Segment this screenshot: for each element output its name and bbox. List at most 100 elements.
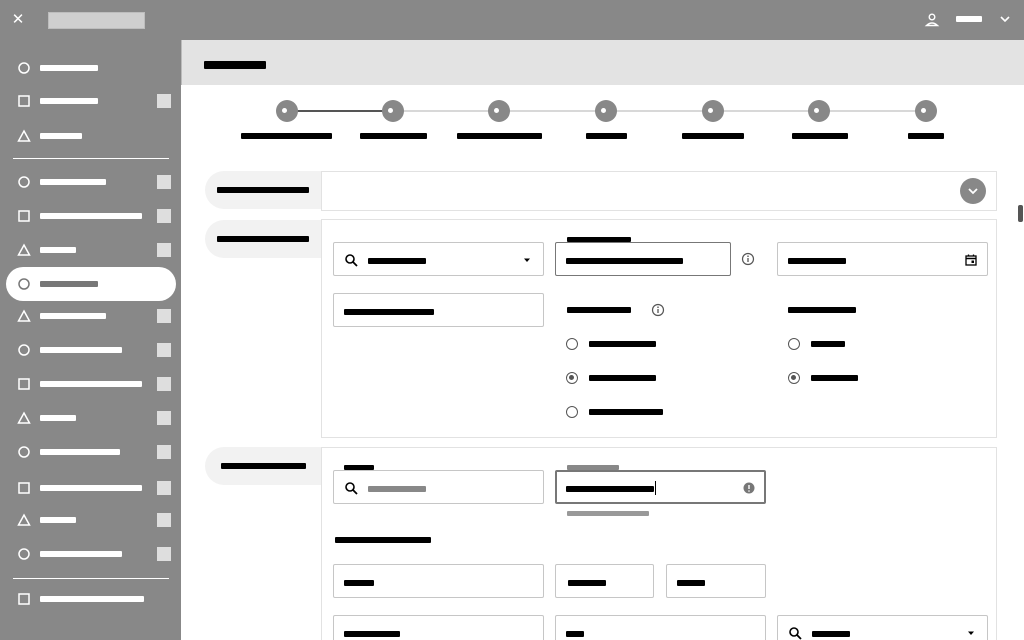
sidebar-item[interactable]	[6, 472, 176, 504]
search-icon	[345, 482, 358, 495]
sidebar-item[interactable]	[6, 300, 176, 332]
sidebar-item[interactable]	[6, 402, 176, 434]
radio-button-checked[interactable]	[566, 372, 578, 384]
sidebar-item[interactable]	[6, 85, 176, 117]
section-panel	[321, 447, 997, 640]
text-cursor	[655, 481, 656, 495]
radio-button[interactable]	[788, 338, 800, 350]
chevron-down-icon[interactable]	[998, 12, 1012, 26]
radio-button-checked[interactable]	[788, 372, 800, 384]
sidebar-item[interactable]	[6, 234, 176, 266]
search-select[interactable]	[333, 242, 544, 276]
select-value	[812, 631, 850, 637]
sidebar-item-label	[40, 133, 82, 139]
triangle-icon	[17, 243, 31, 256]
sidebar-item-label	[40, 485, 142, 491]
helper-text	[567, 511, 649, 516]
radio-group-label	[567, 307, 631, 313]
field-value	[344, 631, 400, 637]
sidebar-item-label	[40, 213, 142, 219]
sidebar-item[interactable]	[6, 120, 176, 152]
sidebar-divider	[13, 158, 169, 159]
page-header	[181, 40, 1024, 85]
step-5[interactable]	[702, 100, 724, 122]
text-field[interactable]	[555, 242, 731, 276]
expand-button[interactable]	[960, 178, 986, 204]
circle-icon	[18, 446, 30, 458]
step-4[interactable]	[595, 100, 617, 122]
app-title-field	[48, 12, 145, 29]
step-label	[682, 133, 744, 139]
badge-square	[157, 377, 171, 391]
badge-square	[157, 209, 171, 223]
sidebar-item[interactable]	[6, 538, 176, 570]
radio-button[interactable]	[566, 338, 578, 350]
sidebar-item[interactable]	[6, 368, 176, 400]
square-icon	[18, 378, 30, 390]
radio-label	[811, 341, 845, 347]
section-tab[interactable]	[205, 220, 321, 258]
radio-group-label	[788, 307, 856, 313]
section-tab[interactable]	[205, 447, 321, 485]
info-icon[interactable]	[651, 303, 665, 317]
user-icon[interactable]	[924, 12, 940, 28]
step-label	[241, 133, 332, 139]
sidebar-item[interactable]	[6, 166, 176, 198]
badge-square	[157, 547, 171, 561]
sidebar-item[interactable]	[6, 334, 176, 366]
search-select[interactable]	[777, 615, 988, 640]
date-field[interactable]	[777, 242, 988, 276]
page-title	[204, 61, 266, 69]
text-field[interactable]	[555, 564, 654, 598]
badge-square	[157, 411, 171, 425]
scrollbar-thumb[interactable]	[1018, 205, 1023, 222]
calendar-icon[interactable]	[964, 253, 978, 267]
sidebar-item-label	[40, 449, 120, 455]
section-tab[interactable]	[205, 171, 321, 209]
square-icon	[18, 95, 30, 107]
text-field[interactable]	[555, 615, 766, 640]
text-field[interactable]	[666, 564, 766, 598]
radio-button[interactable]	[566, 406, 578, 418]
info-icon[interactable]	[741, 252, 755, 266]
triangle-icon	[17, 129, 31, 142]
sidebar-item[interactable]	[6, 583, 176, 615]
text-field-error[interactable]	[555, 470, 766, 504]
step-3[interactable]	[488, 100, 510, 122]
step-label	[360, 133, 427, 139]
step-connector	[393, 110, 926, 112]
user-name[interactable]	[956, 16, 982, 22]
badge-square	[157, 94, 171, 108]
sidebar-item-selected[interactable]	[6, 267, 176, 301]
circle-icon	[18, 62, 30, 74]
main-content	[181, 40, 1024, 640]
step-connector-complete	[286, 110, 393, 112]
sidebar-item-label	[40, 415, 76, 421]
text-field[interactable]	[333, 564, 544, 598]
radio-label	[811, 375, 858, 381]
sidebar-item[interactable]	[6, 52, 176, 84]
step-1[interactable]	[276, 100, 298, 122]
step-6[interactable]	[808, 100, 830, 122]
step-label	[792, 133, 848, 139]
circle-icon	[18, 278, 30, 290]
sidebar-item-label	[40, 596, 144, 602]
step-7[interactable]	[915, 100, 937, 122]
section-panel-collapsed	[321, 171, 997, 211]
badge-square	[157, 343, 171, 357]
sidebar	[0, 40, 181, 640]
sidebar-item[interactable]	[6, 504, 176, 536]
step-label	[457, 133, 542, 139]
triangle-icon	[17, 411, 31, 424]
square-icon	[18, 482, 30, 494]
step-2[interactable]	[382, 100, 404, 122]
sidebar-item-label	[40, 381, 142, 387]
close-button[interactable]: ✕	[10, 12, 26, 28]
sidebar-item[interactable]	[6, 436, 176, 468]
search-input[interactable]	[333, 470, 544, 504]
sidebar-item[interactable]	[6, 200, 176, 232]
section-title	[221, 463, 306, 469]
text-field[interactable]	[333, 615, 544, 640]
text-field[interactable]	[333, 293, 544, 327]
badge-square	[157, 513, 171, 527]
